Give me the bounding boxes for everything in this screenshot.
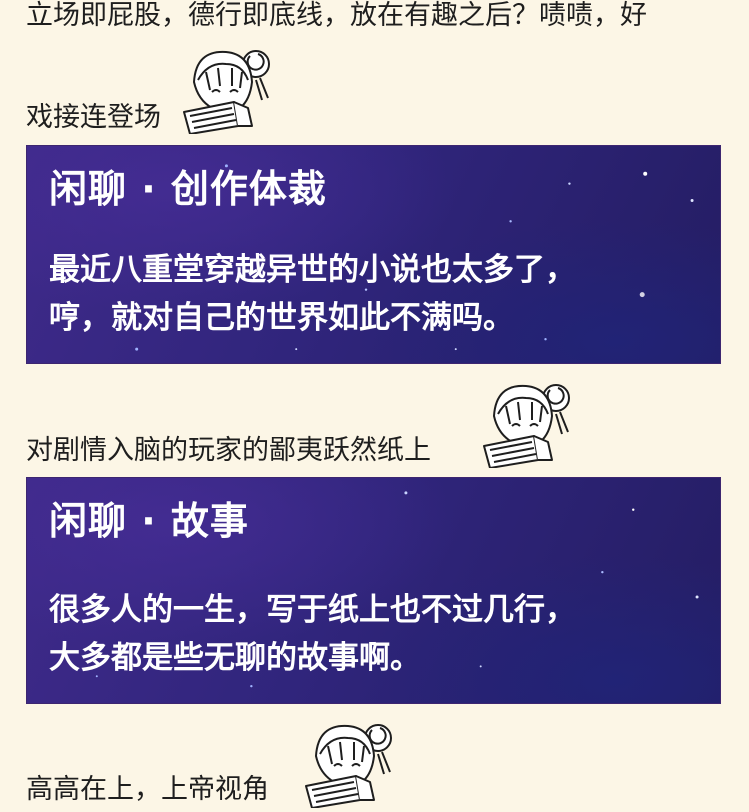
article-text-line-2: 戏接连登场: [26, 102, 161, 133]
article-text-line-1: 立场即屁股，德行即底线，放在有趣之后？啧啧，好: [26, 0, 647, 31]
card-body: 最近八重堂穿越异世的小说也太多了， 哼，就对自己的世界如此不满吗。: [49, 246, 576, 342]
card-body-line: 大多都是些无聊的故事啊。: [49, 640, 421, 676]
card-body-line: 很多人的一生，写于纸上也不过几行，: [49, 592, 576, 628]
card-body: 很多人的一生，写于纸上也不过几行， 大多都是些无聊的故事啊。: [49, 586, 576, 682]
anime-girl-fan-sticker-icon: [483, 384, 570, 468]
anime-girl-fan-sticker-icon: [305, 724, 392, 808]
article-text-line-3: 对剧情入脑的玩家的鄙夷跃然纸上: [26, 435, 431, 466]
card-body-line: 哼，就对自己的世界如此不满吗。: [49, 300, 514, 336]
card-title: 闲聊 · 创作体裁: [49, 167, 327, 211]
dialogue-card-creative-genre: 闲聊 · 创作体裁 最近八重堂穿越异世的小说也太多了， 哼，就对自己的世界如此不…: [26, 145, 721, 364]
card-title: 闲聊 · 故事: [49, 499, 249, 543]
card-body-line: 最近八重堂穿越异世的小说也太多了，: [49, 252, 576, 288]
anime-girl-fan-sticker-icon: [183, 50, 270, 134]
dialogue-card-story: 闲聊 · 故事 很多人的一生，写于纸上也不过几行， 大多都是些无聊的故事啊。: [26, 477, 721, 704]
article-text-line-4: 高高在上，上帝视角: [26, 774, 269, 805]
